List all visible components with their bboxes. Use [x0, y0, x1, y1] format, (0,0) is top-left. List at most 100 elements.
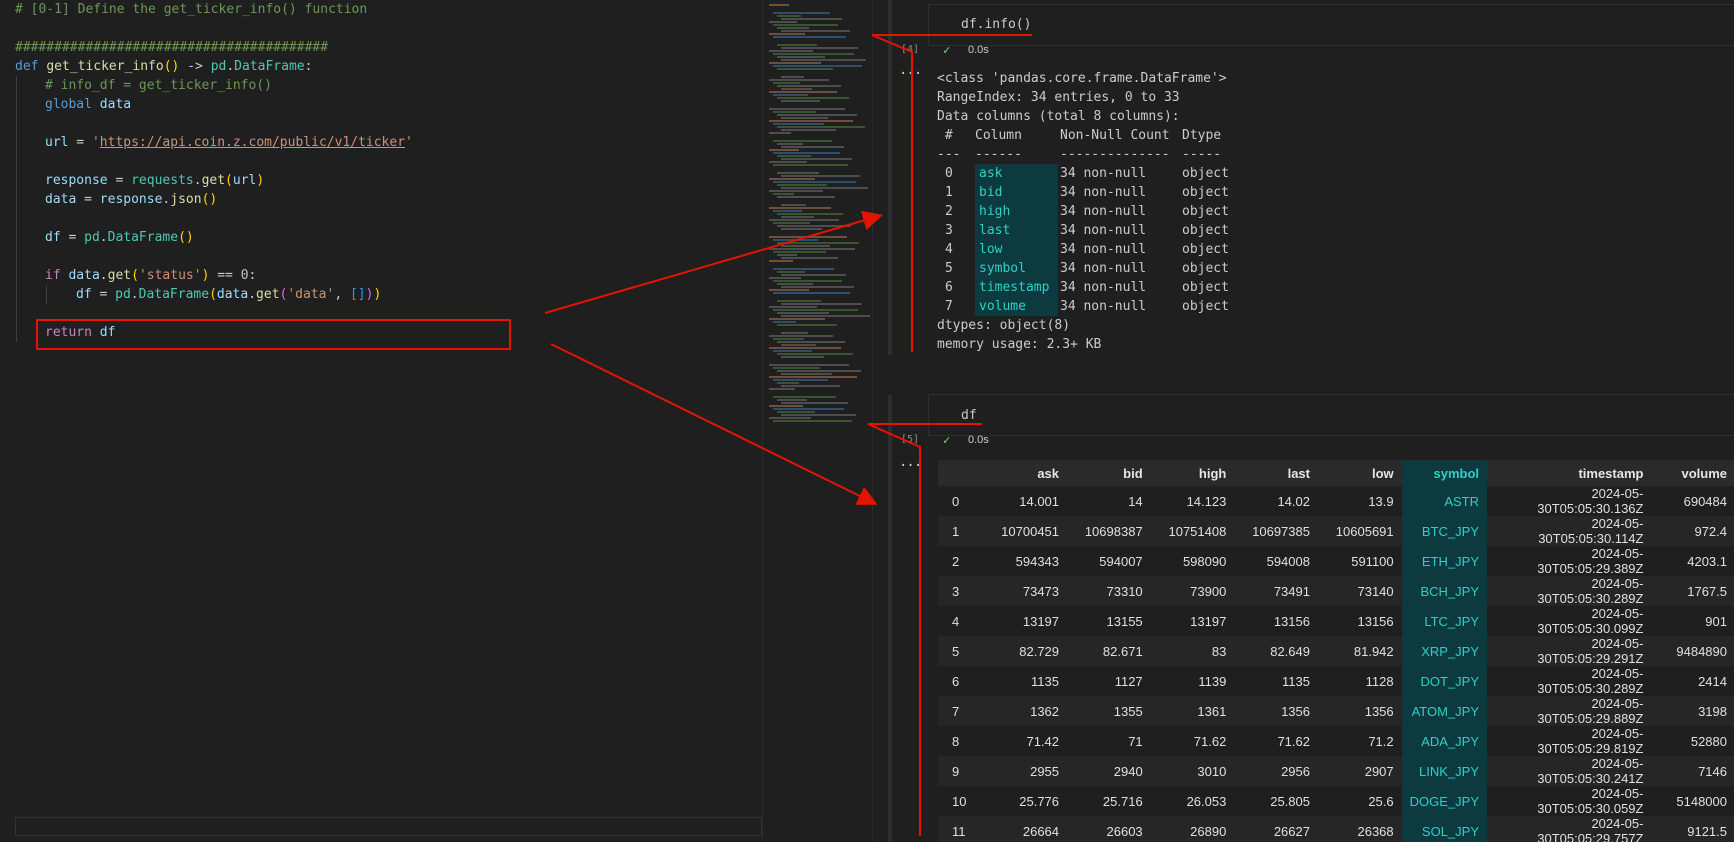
minimap-line: [781, 245, 830, 247]
cell-5-scroll-bar[interactable]: [888, 395, 892, 842]
code-line-url: url = 'https://api.coin.z.com/public/v1/…: [45, 135, 413, 150]
table-cell: 73310: [1067, 576, 1151, 606]
minimap-line: [777, 155, 811, 157]
minimap-line: [781, 228, 822, 230]
table-cell: 1361: [1150, 696, 1235, 726]
column-header: bid: [1067, 460, 1151, 486]
info-row: 5 symbol 34 non-null object: [945, 259, 1229, 278]
minimap[interactable]: [762, 0, 873, 842]
table-cell: 972.4: [1651, 516, 1734, 546]
cell-5-input[interactable]: [928, 394, 1734, 436]
table-cell: 25.776: [983, 786, 1068, 816]
table-cell: 13.9: [1317, 486, 1402, 516]
minimap-line: [773, 408, 844, 410]
table-cell: 1767.5: [1651, 576, 1734, 606]
info-separator: --- ------ -------------- -----: [937, 147, 1222, 162]
minimap-line: [773, 65, 862, 67]
notebook-pane[interactable]: df.info() [4] ✓ 0.0s ··· <class 'pandas.…: [872, 0, 1734, 842]
check-icon: ✓: [943, 433, 951, 447]
table-cell: BCH_JPY: [1401, 576, 1487, 606]
table-cell: 4: [938, 606, 984, 636]
minimap-line: [773, 181, 856, 183]
minimap-line: [781, 117, 828, 119]
minimap-line: [773, 222, 810, 224]
editor-bottom-input[interactable]: [15, 817, 762, 836]
more-icon[interactable]: ···: [899, 66, 922, 82]
minimap-line: [777, 370, 861, 372]
table-cell: 25.716: [1067, 786, 1151, 816]
cell-4-scroll-bar[interactable]: [888, 0, 892, 355]
code-editor[interactable]: # [0-1] Define the get_ticker_info() fun…: [0, 0, 762, 842]
minimap-line: [777, 184, 827, 186]
table-cell: 9484890: [1651, 636, 1734, 666]
table-cell: 26890: [1150, 816, 1235, 842]
cell-5-code[interactable]: df: [961, 408, 977, 423]
dataframe-table: ask bid high last low symbol timestamp volume 0…: [938, 460, 1734, 842]
table-cell: 2024-05-30T05:05:29.757Z: [1487, 816, 1652, 842]
return-highlight-box: [36, 319, 511, 350]
table-cell: 14.001: [983, 486, 1068, 516]
table-cell: 3198: [1651, 696, 1734, 726]
info-data-columns: Data columns (total 8 columns):: [937, 109, 1180, 124]
cell-5-time: 0.0s: [968, 434, 989, 446]
minimap-line: [769, 248, 855, 250]
table-cell: DOGE_JPY: [1401, 786, 1487, 816]
table-cell: 13197: [983, 606, 1068, 636]
table-row: 6 1135 1127 1139 1135 1128 DOT_JPY 2024-05-30T0…: [938, 666, 1734, 696]
code-line-comment-define: # [0-1] Define the get_ticker_info() fun…: [15, 2, 368, 17]
table-cell: ATOM_JPY: [1401, 696, 1487, 726]
table-cell: 1128: [1317, 666, 1402, 696]
table-cell: 2024-05-30T05:05:30.289Z: [1487, 666, 1652, 696]
table-cell: 52880: [1651, 726, 1734, 756]
minimap-line: [777, 300, 821, 302]
minimap-line: [769, 132, 791, 134]
code-line-hash-separator: ########################################: [15, 40, 329, 55]
table-cell: 2940: [1067, 756, 1151, 786]
minimap-line: [777, 68, 833, 70]
minimap-line: [781, 30, 850, 32]
table-cell: 1362: [983, 696, 1068, 726]
minimap-line: [777, 196, 835, 198]
table-cell: ADA_JPY: [1401, 726, 1487, 756]
minimap-line: [773, 210, 802, 212]
table-cell: 10751408: [1150, 516, 1235, 546]
minimap-line: [773, 123, 824, 125]
column-header: volume: [1651, 460, 1734, 486]
minimap-line: [777, 44, 817, 46]
cell-4-input[interactable]: [928, 4, 1734, 46]
info-row: 6 timestamp 34 non-null object: [945, 278, 1229, 297]
table-row: 5 82.729 82.671 83 82.649 81.942 XRP_JPY 2024-0…: [938, 636, 1734, 666]
table-cell: 0: [938, 486, 984, 516]
indent-guide: [16, 76, 17, 342]
table-cell: 25.805: [1234, 786, 1318, 816]
table-cell: 13197: [1150, 606, 1235, 636]
cell-4-exec-count: [4]: [901, 44, 920, 55]
minimap-line: [769, 190, 823, 192]
minimap-line: [769, 207, 831, 209]
more-icon[interactable]: ···: [899, 458, 922, 474]
table-cell: 26368: [1317, 816, 1402, 842]
minimap-line: [773, 82, 800, 84]
column-header: timestamp: [1487, 460, 1652, 486]
minimap-line: [777, 312, 829, 314]
table-cell: 10700451: [983, 516, 1068, 546]
table-cell: LINK_JPY: [1401, 756, 1487, 786]
minimap-line: [781, 88, 812, 90]
check-icon: ✓: [943, 43, 951, 57]
table-cell: 73491: [1234, 576, 1318, 606]
minimap-line: [781, 286, 854, 288]
minimap-line: [773, 152, 840, 154]
minimap-line: [769, 219, 839, 221]
table-cell: 2024-05-30T05:05:30.289Z: [1487, 576, 1652, 606]
info-row: 3 last 34 non-null object: [945, 221, 1229, 240]
table-cell: 26664: [983, 816, 1068, 842]
table-cell: 2955: [983, 756, 1068, 786]
table-cell: XRP_JPY: [1401, 636, 1487, 666]
minimap-line: [781, 216, 814, 218]
minimap-line: [777, 114, 857, 116]
minimap-line: [777, 213, 843, 215]
indent-guide-inner: [46, 285, 47, 304]
table-cell: 10698387: [1067, 516, 1151, 546]
minimap-line: [769, 33, 805, 35]
cell-4-code[interactable]: df.info(): [961, 17, 1031, 32]
